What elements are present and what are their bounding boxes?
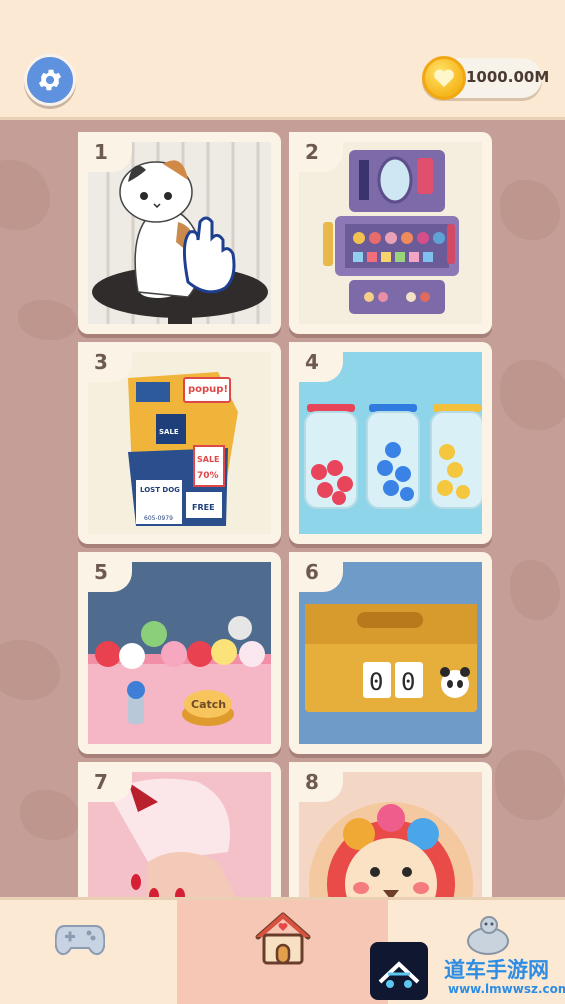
level-number: 5 (94, 560, 108, 584)
background-pattern (510, 560, 560, 620)
level-number: 6 (305, 560, 319, 584)
watermark-url: www.lmwwsz.com (448, 982, 565, 996)
level-number: 2 (305, 140, 319, 164)
watermark-logo (370, 942, 428, 1000)
level-card-3[interactable]: 3 popup! SALE SALE 70% LOST DOG 605-0979… (78, 342, 281, 544)
background-pattern (495, 750, 565, 820)
watermark-title: 道车手游网 (444, 958, 549, 982)
background-pattern (20, 790, 80, 840)
gear-icon (38, 69, 62, 91)
top-bar: 1000.00M (0, 0, 565, 120)
level-card-1[interactable]: 1 (78, 132, 281, 334)
level-card-2[interactable]: 2 (289, 132, 492, 334)
gamepad-icon (55, 925, 105, 956)
level-card-4[interactable]: 4 (289, 342, 492, 544)
watermark: 道车手游网 www.lmwwsz.com (366, 942, 565, 1004)
level-card-5[interactable]: 5 Catch (78, 552, 281, 754)
level-number: 3 (94, 350, 108, 374)
background-pattern (18, 300, 78, 340)
coin-amount: 1000.00M (466, 68, 550, 86)
coin-balance[interactable]: 1000.00M (422, 56, 549, 100)
level-number: 8 (305, 770, 319, 794)
counter-digit-2: 0 (401, 668, 415, 696)
house-icon (255, 912, 311, 965)
level-number: 4 (305, 350, 319, 374)
poster-sale-2: SALE (197, 455, 220, 464)
poster-percent: 70% (197, 471, 219, 481)
background-pattern (0, 640, 60, 700)
level-number: 7 (94, 770, 108, 794)
background-pattern (500, 180, 560, 240)
background-pattern (500, 360, 565, 430)
settings-button[interactable] (24, 54, 76, 106)
poster-popup: popup! (188, 384, 228, 395)
poster-lost-dog: LOST DOG (140, 486, 180, 494)
poster-sale: SALE (159, 428, 179, 436)
nav-home-button[interactable] (244, 906, 322, 970)
background-pattern (0, 160, 50, 230)
poster-phone: 605-0979 (144, 515, 173, 522)
nav-games-button[interactable] (40, 914, 120, 964)
catch-button-label: Catch (191, 698, 226, 711)
level-card-6[interactable]: 6 0 0 (289, 552, 492, 754)
counter-digit-1: 0 (369, 668, 383, 696)
level-number: 1 (94, 140, 108, 164)
heart-coin-icon (422, 56, 466, 100)
poster-free: FREE (192, 503, 215, 512)
